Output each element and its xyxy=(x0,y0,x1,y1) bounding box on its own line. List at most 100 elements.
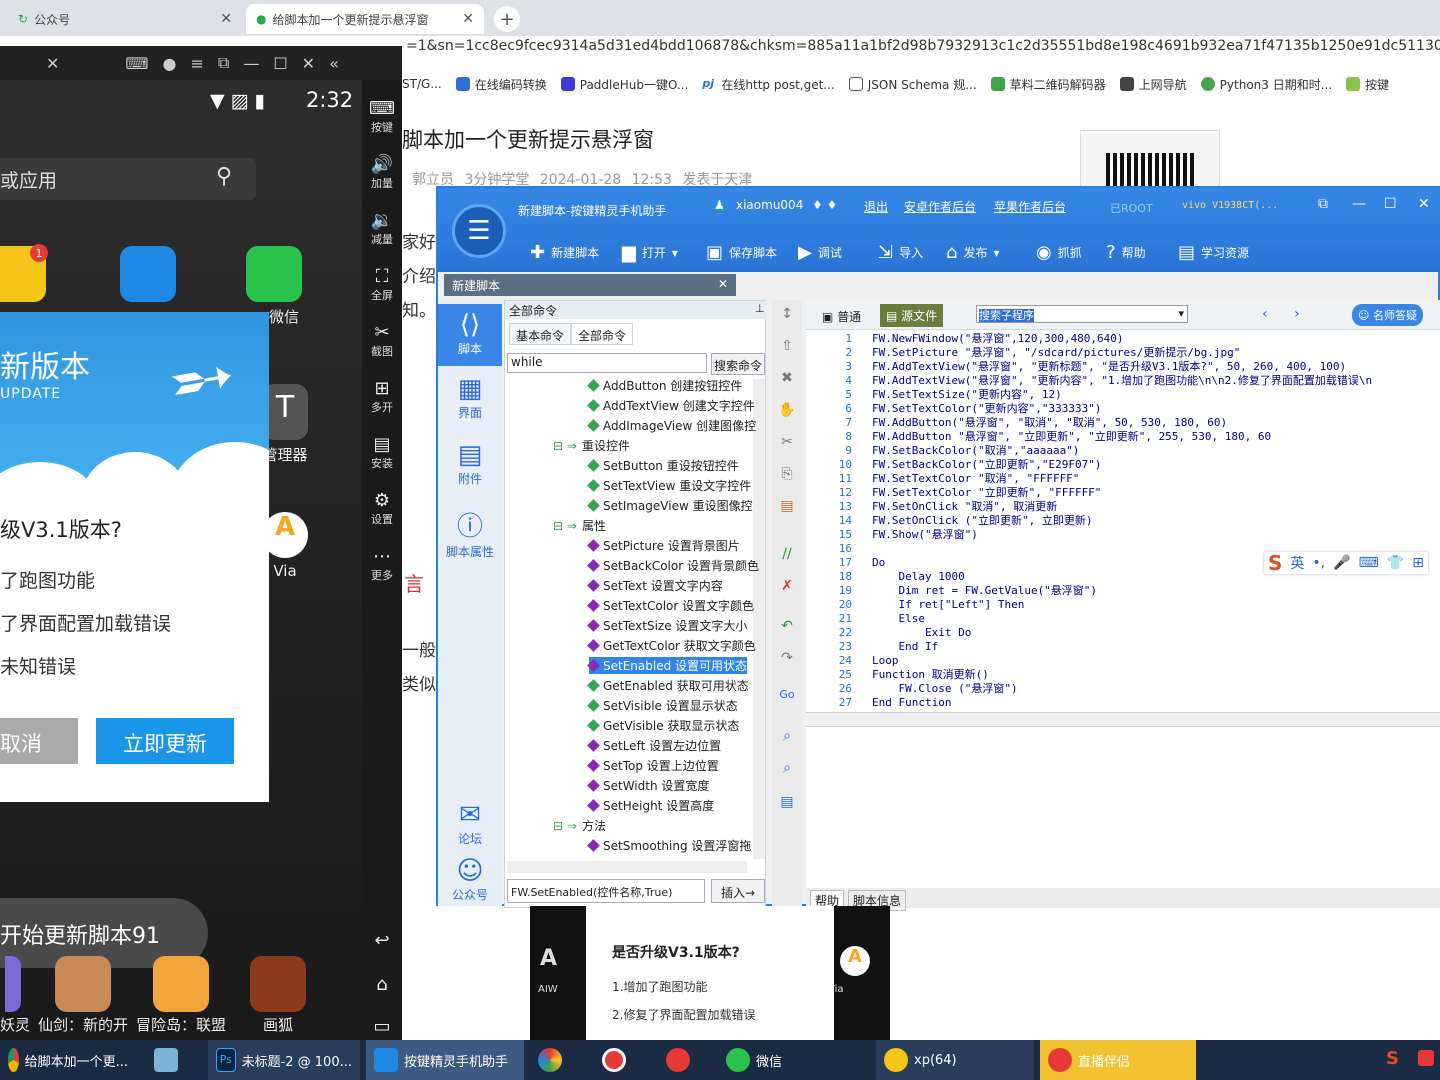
side-settings-button[interactable]: ⚙ 设置 xyxy=(362,490,402,527)
task-live-companion[interactable]: 直播伴侣 xyxy=(1040,1040,1196,1080)
tree-item[interactable]: SetButton 重设按钮控件 xyxy=(587,457,739,474)
close-icon[interactable]: ✕ xyxy=(220,11,232,27)
tree-group[interactable]: ⊟ ⇒ 属性 xyxy=(553,517,606,534)
dock-app[interactable]: 仙剑：新的开 xyxy=(38,956,128,1035)
code-line[interactable]: FW.AddTextView("悬浮窗", "更新标题", "是否升级V3.1版… xyxy=(872,360,1346,374)
code-line[interactable]: FW.NewFWindow("悬浮窗",120,300,480,640) xyxy=(872,332,1124,346)
nav-script[interactable]: ⟨⟩ 脚本 xyxy=(438,304,502,366)
hand-icon[interactable]: ✋ xyxy=(776,402,798,424)
open-button[interactable]: ▆ 打开 ▾ xyxy=(622,242,678,263)
goto-icon[interactable]: Go xyxy=(776,688,798,710)
copy-icon[interactable]: ⎘ xyxy=(776,466,798,488)
source-view-tab[interactable]: ▤ 源文件 xyxy=(880,304,944,327)
code-line[interactable]: Function 取消更新() xyxy=(872,668,989,682)
ime-toolbar[interactable]: S 英 •, 🎤 ⌨ 👕 ⊞ xyxy=(1264,551,1428,575)
code-line[interactable]: FW.AddTextView("悬浮窗", "更新内容", "1.增加了跑图功能… xyxy=(872,374,1372,388)
tree-item[interactable]: AddButton 创建按钮控件 xyxy=(587,377,742,394)
gamepad-icon[interactable]: ⌨ xyxy=(125,54,148,73)
cancel-button[interactable]: 取消 xyxy=(0,718,78,764)
uncomment-icon[interactable]: ✗ xyxy=(776,578,798,600)
tree-item[interactable]: SetVisible 设置显示状态 xyxy=(587,697,738,714)
scrollbar[interactable] xyxy=(753,379,765,859)
bookmark[interactable]: 上网导航 xyxy=(1119,76,1187,93)
next-icon[interactable]: › xyxy=(1294,306,1300,322)
code-line[interactable]: FW.Close ("悬浮窗") xyxy=(872,682,1017,696)
bookmark[interactable]: PaddleHub一键O... xyxy=(560,76,688,93)
bookmark[interactable]: pj 在线http post,get... xyxy=(702,76,835,93)
tree-item[interactable]: SetBackColor 设置背景颜色 xyxy=(587,557,759,574)
code-line[interactable]: FW.SetBackColor("立即更新","E29F07") xyxy=(872,458,1101,472)
code-line[interactable]: FW.SetTextSize("更新内容", 12) xyxy=(872,388,1062,402)
tree-item[interactable]: AddImageView 创建图像控 xyxy=(587,417,756,434)
address-bar[interactable]: =1&sn=1cc8ec9fcec9314a5d31ed4bdd106878&c… xyxy=(402,38,1440,66)
task-anjian[interactable]: 按键精灵手机助手 xyxy=(366,1040,524,1080)
tree-item[interactable]: SetTextColor 设置文字颜色 xyxy=(587,597,754,614)
side-keymap-button[interactable]: ⌨ 按键 xyxy=(362,98,402,135)
code-line[interactable]: FW.SetOnClick "取消", 取消更新 xyxy=(872,500,1057,514)
tree-item[interactable]: SetWidth 设置宽度 xyxy=(587,777,709,794)
cursor-icon[interactable]: ↕ xyxy=(776,306,798,328)
avatar-icon[interactable]: ● xyxy=(163,54,177,73)
code-line[interactable]: FW.SetBackColor("取消","aaaaaa") xyxy=(872,444,1079,458)
tab-basic-commands[interactable]: 基本命令 xyxy=(509,323,572,345)
task-app[interactable] xyxy=(146,1040,202,1080)
task-chrome[interactable]: 给脚本加一个更... xyxy=(0,1040,136,1080)
dock-app[interactable]: 冒险岛：联盟 xyxy=(136,956,226,1035)
file-tab[interactable]: 新建脚本 ✕ xyxy=(444,274,736,296)
debug-button[interactable]: ▶ 调试 xyxy=(798,242,842,263)
insert-button[interactable]: 插入→ xyxy=(711,879,765,903)
code-line[interactable]: Do xyxy=(872,556,885,570)
tree-item[interactable]: GetTextColor 获取文字颜色 xyxy=(587,637,756,654)
redo-icon[interactable]: ↷ xyxy=(776,650,798,672)
import-button[interactable]: ⇲ 导入 xyxy=(878,242,923,263)
command-search-input[interactable]: while xyxy=(507,353,707,373)
code-line[interactable]: FW.Show("悬浮窗") xyxy=(872,528,978,542)
maximize-icon[interactable]: ☐ xyxy=(273,54,287,73)
code-line[interactable]: End Function xyxy=(872,696,951,710)
nav-wechat-official[interactable]: ☺ 公众号 xyxy=(438,856,502,903)
nav-forum[interactable]: ✉ 论坛 xyxy=(438,800,502,847)
horizontal-scrollbar[interactable] xyxy=(806,712,1440,726)
code-line[interactable]: FW.SetTextColor "立即更新", "FFFFFF" xyxy=(872,486,1101,500)
capture-button[interactable]: ◉ 抓抓 xyxy=(1036,242,1082,263)
task-recorder[interactable] xyxy=(594,1040,650,1080)
close-icon[interactable]: ✕ xyxy=(46,54,59,73)
popout-icon[interactable]: ⧉ xyxy=(218,53,229,73)
bookmark[interactable]: ST/G... xyxy=(402,77,442,91)
delete-icon[interactable]: ✖ xyxy=(776,370,798,392)
dock-app[interactable]: 妖灵 xyxy=(0,956,30,1035)
tree-item[interactable]: SetTextView 重设文字控件 xyxy=(587,477,751,494)
side-multi-button[interactable]: ⊞ 多开 xyxy=(362,378,402,415)
task-photoshop[interactable]: Ps 未标题-2 @ 100... xyxy=(208,1040,360,1080)
bookmark[interactable]: 按键 xyxy=(1346,76,1389,93)
search-icon[interactable]: ⚲ xyxy=(216,164,232,189)
minimize-icon[interactable]: — xyxy=(1352,196,1366,212)
task-xp[interactable]: xp(64) xyxy=(876,1040,1034,1080)
home-button[interactable]: ⌂ xyxy=(362,974,402,995)
tab-all-commands[interactable]: 全部命令 xyxy=(571,323,634,345)
side-volume-down-button[interactable]: 🔉 减量 xyxy=(362,210,402,247)
move-up-icon[interactable]: ⇧ xyxy=(776,338,798,360)
expert-qa-button[interactable]: ☺ 名师答疑 xyxy=(1352,304,1423,326)
maximize-icon[interactable]: ☐ xyxy=(1384,196,1397,212)
code-line[interactable]: Dim ret = FW.GetValue("悬浮窗") xyxy=(872,584,1097,598)
tree-item[interactable]: SetImageView 重设图像控 xyxy=(587,497,753,514)
task-app[interactable] xyxy=(658,1040,714,1080)
search-command-button[interactable]: 搜索命令 xyxy=(711,353,765,375)
normal-view-tab[interactable]: ▣ 普通 xyxy=(822,308,861,325)
code-line[interactable]: FW.SetTextColor("更新内容","333333") xyxy=(872,402,1101,416)
code-line[interactable]: Exit Do xyxy=(872,626,971,640)
minimize-icon[interactable]: — xyxy=(243,54,259,73)
side-volume-up-button[interactable]: 🔊 加量 xyxy=(362,154,402,191)
prev-icon[interactable]: ‹ xyxy=(1262,306,1268,322)
tree-item[interactable]: SetEnabled 设置可用状态 xyxy=(587,657,748,674)
side-install-button[interactable]: ▤ 安装 xyxy=(362,434,402,471)
bookmark[interactable]: 在线编码转换 xyxy=(455,76,547,93)
new-tab-plus-icon[interactable]: + xyxy=(494,6,520,32)
function-search-select[interactable]: 搜索子程序 ▾ xyxy=(976,305,1188,323)
task-app[interactable] xyxy=(530,1040,586,1080)
close-window-icon[interactable]: ✕ xyxy=(302,54,315,73)
tree-group[interactable]: ⊟ ⇒ 方法 xyxy=(553,817,606,834)
code-line[interactable]: FW.SetPicture "悬浮窗", "/sdcard/pictures/更… xyxy=(872,346,1240,360)
horizontal-scrollbar[interactable] xyxy=(507,861,747,873)
